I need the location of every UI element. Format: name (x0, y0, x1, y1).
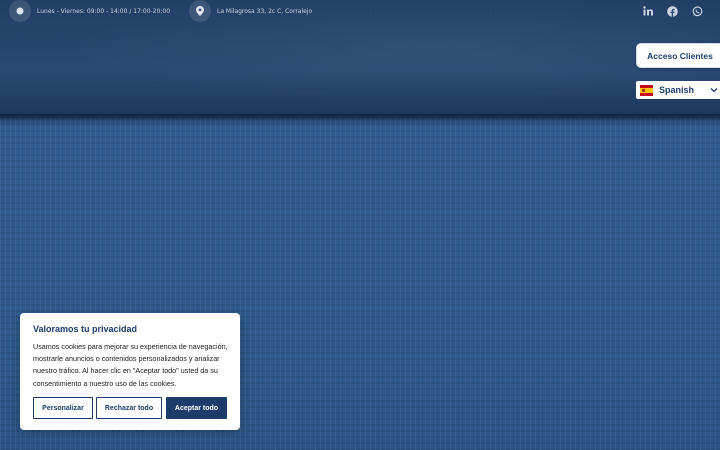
cookie-consent-dialog: Valoramos tu privacidad Usamos cookies p… (20, 313, 240, 430)
cookie-body-text: Usamos cookies para mejorar su experienc… (33, 342, 228, 388)
address: La Milagrosa 33, 2c C, Corralejo (189, 0, 312, 22)
top-bar: Lunes - Viernes: 09:00 - 14:00 / 17:00-2… (0, 0, 720, 22)
opening-hours: Lunes - Viernes: 09:00 - 14:00 / 17:00-2… (9, 0, 170, 22)
address-text: La Milagrosa 33, 2c C, Corralejo (217, 7, 313, 15)
facebook-icon[interactable] (665, 4, 679, 18)
customize-button[interactable]: Personalizar (33, 397, 93, 419)
linkedin-icon[interactable] (641, 4, 655, 18)
language-selector[interactable]: Spanish (636, 81, 720, 99)
hero-background-seam (0, 114, 720, 122)
cookie-title: Valoramos tu privacidad (33, 324, 138, 334)
whatsapp-icon[interactable] (690, 4, 704, 18)
opening-hours-text: Lunes - Viernes: 09:00 - 14:00 / 17:00-2… (37, 7, 171, 15)
location-pin-icon (189, 0, 211, 22)
chevron-down-icon (710, 87, 718, 93)
clock-icon (9, 0, 31, 22)
spain-flag-icon (640, 84, 653, 96)
accept-all-button[interactable]: Aceptar todo (166, 397, 227, 419)
reject-all-button[interactable]: Rechazar todo (96, 397, 162, 419)
client-access-button[interactable]: Acceso Clientes (636, 43, 720, 68)
language-label: Spanish (659, 85, 695, 95)
